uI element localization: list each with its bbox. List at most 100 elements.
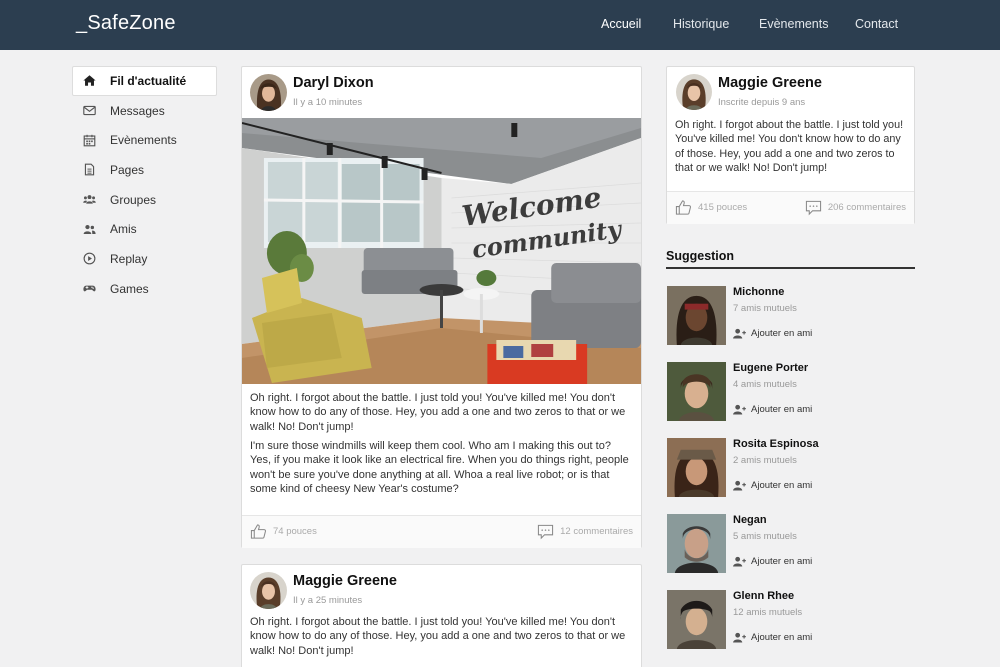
sidebar-item-messages[interactable]: Messages <box>72 96 217 126</box>
comment-count: 12 commentaires <box>560 526 633 537</box>
sidebar-item-label: Fil d'actualité <box>110 73 187 88</box>
sidebar-item-label: Pages <box>110 162 145 177</box>
post-body: Oh right. I forgot about the battle. I j… <box>250 391 633 501</box>
post-image[interactable]: Welcome community <box>242 118 641 384</box>
suggestion-title: Suggestion <box>666 249 735 263</box>
nav-link-contact[interactable]: Contact <box>855 17 898 31</box>
sidebar-item-label: Amis <box>110 222 137 237</box>
avatar[interactable] <box>250 572 287 609</box>
add-user-icon <box>733 328 746 339</box>
envelope-icon <box>82 104 96 118</box>
suggestion-mutual: 2 amis mutuels <box>733 455 797 466</box>
post-author[interactable]: Maggie Greene <box>293 573 397 589</box>
suggestion-photo[interactable] <box>667 438 726 497</box>
comment-button[interactable]: 206 commentaires <box>805 199 906 216</box>
add-friend-label: Ajouter en ami <box>751 480 813 491</box>
sidebar-item-label: Replay <box>110 251 148 266</box>
suggestion-item: Glenn Rhee 12 amis mutuels Ajouter en am… <box>667 590 915 650</box>
sidebar-item-label: Evènements <box>110 133 177 148</box>
suggestion-mutual: 5 amis mutuels <box>733 531 797 542</box>
profile-name[interactable]: Maggie Greene <box>718 75 822 91</box>
post-paragraph: Oh right. I forgot about the battle. I j… <box>250 392 626 433</box>
page-icon <box>82 163 96 177</box>
suggestion-photo[interactable] <box>667 514 726 573</box>
group-icon <box>82 193 96 207</box>
post-card: Daryl Dixon Il y a 10 minutes Welcome co… <box>241 66 642 548</box>
add-user-icon <box>733 404 746 415</box>
thumbs-up-icon <box>250 524 266 539</box>
sidebar: Fil d'actualité Messages Evènements Page… <box>72 66 217 304</box>
nav-link-accueil[interactable]: Accueil <box>601 17 641 31</box>
profile-footer: 415 pouces 206 commentaires <box>667 191 914 224</box>
sidebar-item-label: Groupes <box>110 192 157 207</box>
suggestion-item: Eugene Porter 4 amis mutuels Ajouter en … <box>667 362 915 422</box>
like-button[interactable]: 74 pouces <box>250 523 317 540</box>
play-icon <box>82 252 96 266</box>
nav-link-historique[interactable]: Historique <box>673 17 729 31</box>
add-friend-button[interactable]: Ajouter en ami <box>733 480 812 491</box>
like-count: 415 pouces <box>698 202 748 213</box>
post-time: Il y a 25 minutes <box>293 595 363 606</box>
suggestion-photo[interactable] <box>667 362 726 421</box>
suggestion-item: Negan 5 amis mutuels Ajouter en ami <box>667 514 915 574</box>
suggestion-photo[interactable] <box>667 590 726 649</box>
sidebar-item-events[interactable]: Evènements <box>72 125 217 155</box>
post-footer: 74 pouces 12 commentaires <box>242 515 641 548</box>
like-count: 74 pouces <box>273 526 317 537</box>
add-friend-label: Ajouter en ami <box>751 632 813 643</box>
sidebar-item-friends[interactable]: Amis <box>72 214 217 244</box>
add-friend-label: Ajouter en ami <box>751 556 813 567</box>
add-user-icon <box>733 632 746 643</box>
suggestion-photo[interactable] <box>667 286 726 345</box>
sidebar-item-replay[interactable]: Replay <box>72 244 217 274</box>
suggestion-name[interactable]: Michonne <box>733 286 784 298</box>
post-body: Oh right. I forgot about the battle. I j… <box>250 615 633 663</box>
sidebar-item-pages[interactable]: Pages <box>72 155 217 185</box>
suggestion-name[interactable]: Rosita Espinosa <box>733 438 819 450</box>
sidebar-item-games[interactable]: Games <box>72 274 217 304</box>
post-header: Maggie Greene Il y a 25 minutes <box>242 565 641 616</box>
sidebar-item-feed[interactable]: Fil d'actualité <box>72 66 217 96</box>
sidebar-item-groups[interactable]: Groupes <box>72 185 217 215</box>
add-friend-button[interactable]: Ajouter en ami <box>733 556 812 567</box>
avatar[interactable] <box>250 74 287 111</box>
add-friend-label: Ajouter en ami <box>751 328 813 339</box>
suggestion-item: Rosita Espinosa 2 amis mutuels Ajouter e… <box>667 438 915 498</box>
top-navbar: _SafeZone Accueil Historique Evènements … <box>0 0 1000 50</box>
add-friend-button[interactable]: Ajouter en ami <box>733 632 812 643</box>
suggestion-item: Michonne 7 amis mutuels Ajouter en ami <box>667 286 915 346</box>
friends-icon <box>82 222 96 236</box>
sidebar-item-label: Messages <box>110 103 165 118</box>
brand-logo[interactable]: _SafeZone <box>76 12 176 35</box>
profile-since: Inscrite depuis 9 ans <box>718 97 806 108</box>
suggestion-mutual: 12 amis mutuels <box>733 607 803 618</box>
post-author[interactable]: Daryl Dixon <box>293 75 374 91</box>
nav-link-evenements[interactable]: Evènements <box>759 17 828 31</box>
thumbs-up-icon <box>675 200 691 215</box>
profile-card: Maggie Greene Inscrite depuis 9 ans Oh r… <box>666 66 915 224</box>
like-button[interactable]: 415 pouces <box>675 199 747 216</box>
suggestion-mutual: 4 amis mutuels <box>733 379 797 390</box>
profile-avatar[interactable] <box>676 74 712 110</box>
comment-icon <box>805 200 821 216</box>
suggestion-name[interactable]: Glenn Rhee <box>733 590 794 602</box>
post-time: Il y a 10 minutes <box>293 97 363 108</box>
comment-icon <box>538 524 554 540</box>
suggestion-mutual: 7 amis mutuels <box>733 303 797 314</box>
sidebar-item-label: Games <box>110 281 149 296</box>
add-user-icon <box>733 556 746 567</box>
add-friend-label: Ajouter en ami <box>751 404 813 415</box>
add-friend-button[interactable]: Ajouter en ami <box>733 404 812 415</box>
suggestion-name[interactable]: Eugene Porter <box>733 362 808 374</box>
calendar-icon <box>82 133 96 147</box>
post-paragraph: I'm sure those windmills will keep them … <box>250 439 629 495</box>
gamepad-icon <box>82 282 96 296</box>
home-icon <box>82 74 96 88</box>
comment-button[interactable]: 12 commentaires <box>537 523 633 540</box>
profile-text: Oh right. I forgot about the battle. I j… <box>675 119 904 175</box>
add-friend-button[interactable]: Ajouter en ami <box>733 328 812 339</box>
suggestion-name[interactable]: Negan <box>733 514 767 526</box>
post-card: Maggie Greene Il y a 25 minutes Oh right… <box>241 564 642 667</box>
suggestion-divider <box>666 267 915 269</box>
add-user-icon <box>733 480 746 491</box>
